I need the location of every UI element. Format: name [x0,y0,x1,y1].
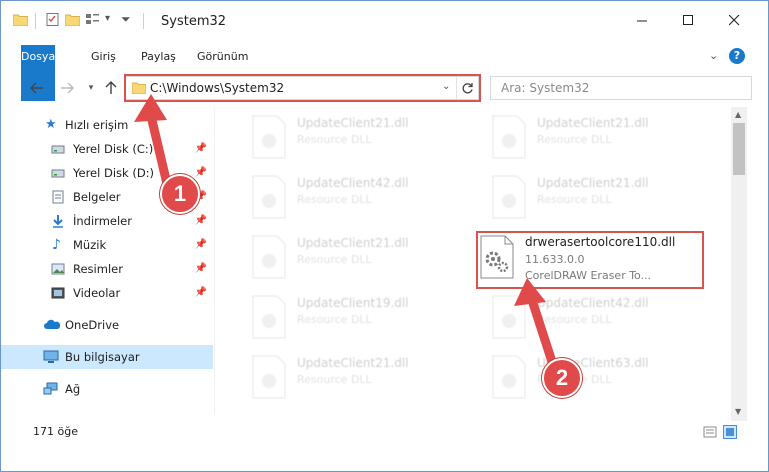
arrow-2 [514,278,559,373]
callout-badge-1: 1 [160,174,200,214]
annotation-arrows [134,94,559,373]
callout-badge-2: 2 [542,358,582,398]
arrow-1 [134,94,173,193]
